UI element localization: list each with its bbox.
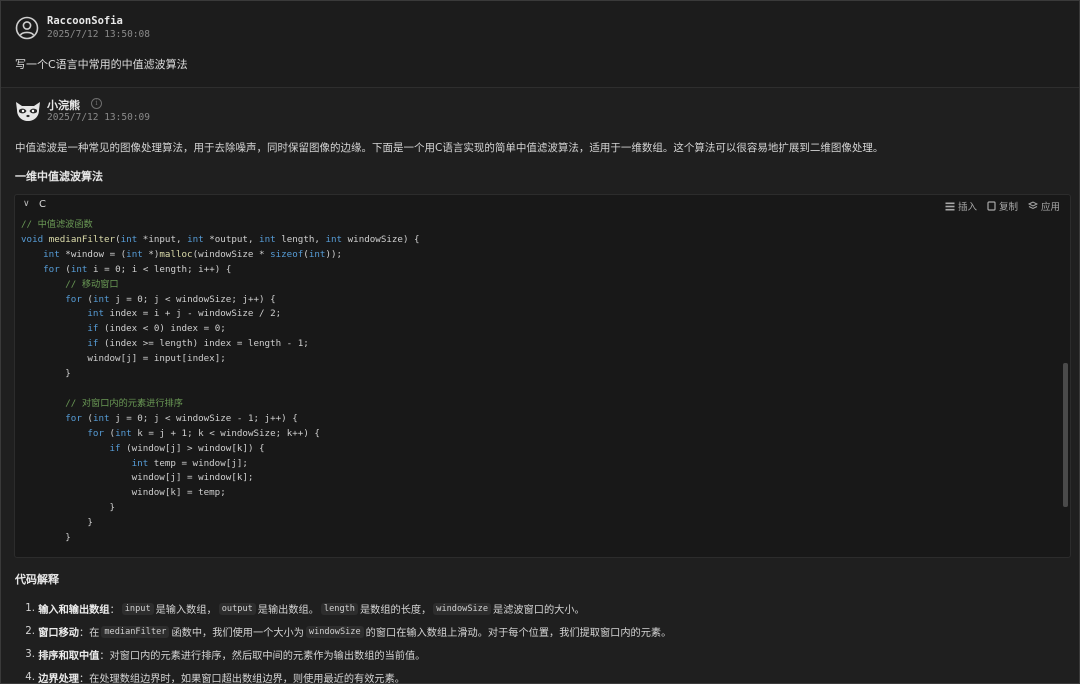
code-line: void medianFilter(int *input, int *outpu… — [21, 233, 420, 245]
code-line: if (index < 0) index = 0; — [87, 323, 226, 335]
code-line: int temp = window[j]; — [131, 457, 248, 469]
user-timestamp: 2025/7/12 13:50:08 — [47, 29, 150, 40]
assistant-name: 小浣熊 — [47, 99, 80, 112]
code-block-header: ∨ C 插入 复制 应用 — [15, 195, 1070, 215]
code-line: // 中值滤波函数 — [21, 219, 93, 230]
apply-icon — [1027, 201, 1038, 210]
list-number: 1. — [25, 603, 35, 614]
info-icon[interactable]: i — [91, 98, 102, 109]
code-line: window[j] = input[index]; — [87, 353, 226, 365]
message-divider — [1, 87, 1079, 88]
user-message-text: 写一个C语言中常用的中值滤波算法 — [15, 58, 188, 71]
assistant-timestamp: 2025/7/12 13:50:09 — [47, 112, 150, 123]
user-message: RaccoonSofia 2025/7/12 13:50:08 写一个C语言中常… — [1, 1, 1079, 87]
item-text: ：在 — [79, 628, 100, 639]
copy-button[interactable]: 复制 — [987, 199, 1018, 213]
code-line: window[j] = window[k]; — [131, 472, 254, 484]
code-line: } — [21, 532, 71, 544]
apply-label: 应用 — [1040, 202, 1060, 213]
code-line: int *window = (int *)malloc(windowSize *… — [43, 248, 343, 260]
inline-code: input — [121, 602, 154, 615]
code-line: // 移动窗口 — [65, 278, 119, 290]
inline-code: output — [218, 602, 256, 615]
inline-code: windowSize — [305, 625, 364, 638]
inline-code: medianFilter — [101, 625, 170, 638]
insert-label: 插入 — [957, 202, 977, 213]
code-line: if (index >= length) index = length - 1; — [87, 338, 309, 350]
code-line: for (int k = j + 1; k < windowSize; k++)… — [87, 427, 320, 439]
chevron-down-icon[interactable]: ∨ — [23, 199, 30, 209]
explanation-item: 2. 窗口移动 ：在 medianFilter 函数中，我们使用一个大小为 window… — [15, 620, 1065, 643]
item-text: ：对窗口内的元素进行排序，然后取中间的元素作为输出数组的当前值。 — [99, 651, 426, 662]
apply-button[interactable]: 应用 — [1027, 199, 1060, 213]
code-line: } — [21, 517, 93, 529]
code-scrollbar[interactable] — [1063, 363, 1068, 507]
copy-icon — [987, 201, 996, 211]
explanation-list: 1. 输入和输出数组： input 是输入数组， output 是输出数组。 length… — [15, 597, 1065, 684]
inline-code: windowSize — [433, 602, 492, 615]
explanation-item: 4. 边界处理 ：在处理数组边界时，如果窗口超出数组边界，则使用最近的有效元素。 — [15, 666, 1065, 684]
code-line: if (window[j] > window[k]) { — [109, 442, 265, 454]
list-number: 2. — [25, 626, 35, 637]
assistant-intro-text: 中值滤波是一种常见的图像处理算法，用于去除噪声，同时保留图像的边缘。下面是一个用… — [15, 142, 884, 154]
code-line: for (int i = 0; i < length; i++) { — [43, 263, 232, 275]
code-line: window[k] = temp; — [131, 487, 226, 499]
item-text: 的窗口在输入数组上滑动。对于每个位置，我们提取窗口内的元素。 — [365, 628, 672, 639]
item-title: 边界处理 — [38, 674, 79, 684]
insert-button[interactable]: 插入 — [945, 199, 977, 213]
code-line: for (int j = 0; j < windowSize - 1; j++)… — [65, 412, 298, 424]
explanation-heading: 代码解释 — [15, 573, 59, 586]
copy-label: 复制 — [998, 202, 1018, 213]
code-language-label: C — [39, 199, 46, 210]
item-title: 窗口移动 — [38, 628, 79, 639]
item-text: ： — [109, 605, 120, 616]
raccoon-avatar-icon — [16, 102, 40, 121]
explanation-item: 3. 排序和取中值 ：对窗口内的元素进行排序，然后取中间的元素作为输出数组的当前值… — [15, 643, 1065, 666]
list-number: 3. — [25, 649, 35, 660]
item-text: 是输入数组， — [155, 605, 217, 616]
item-text: 函数中，我们使用一个大小为 — [171, 628, 304, 639]
item-text: 是滤波窗口的大小。 — [493, 605, 585, 616]
code-line: } — [21, 368, 71, 380]
code-line: // 对窗口内的元素进行排序 — [65, 397, 183, 409]
item-title: 排序和取中值 — [38, 651, 100, 662]
code-body[interactable]: // 中值滤波函数 void medianFilter(int *input, i… — [21, 218, 1051, 546]
user-avatar-icon — [15, 16, 39, 40]
code-line: } — [21, 502, 116, 514]
code-line: for (int j = 0; j < windowSize; j++) { — [65, 293, 276, 305]
insert-icon — [945, 202, 955, 210]
user-name: RaccoonSofia — [47, 15, 123, 27]
item-text: 是输出数组。 — [257, 605, 319, 616]
section-heading: 一维中值滤波算法 — [15, 170, 103, 183]
list-number: 4. — [25, 672, 35, 683]
chat-window: RaccoonSofia 2025/7/12 13:50:08 写一个C语言中常… — [0, 0, 1080, 684]
item-text: 是数组的长度， — [359, 605, 432, 616]
code-line: int index = i + j - windowSize / 2; — [87, 308, 282, 320]
code-block: ∨ C 插入 复制 应用 // 中值滤波函数 void medianFilter… — [14, 194, 1071, 558]
explanation-item: 1. 输入和输出数组： input 是输入数组， output 是输出数组。 length… — [15, 597, 1065, 620]
inline-code: length — [320, 602, 358, 615]
item-title: 输入和输出数组 — [38, 605, 110, 616]
item-text: ：在处理数组边界时，如果窗口超出数组边界，则使用最近的有效元素。 — [79, 674, 405, 684]
code-actions: 插入 复制 应用 — [945, 199, 1060, 213]
